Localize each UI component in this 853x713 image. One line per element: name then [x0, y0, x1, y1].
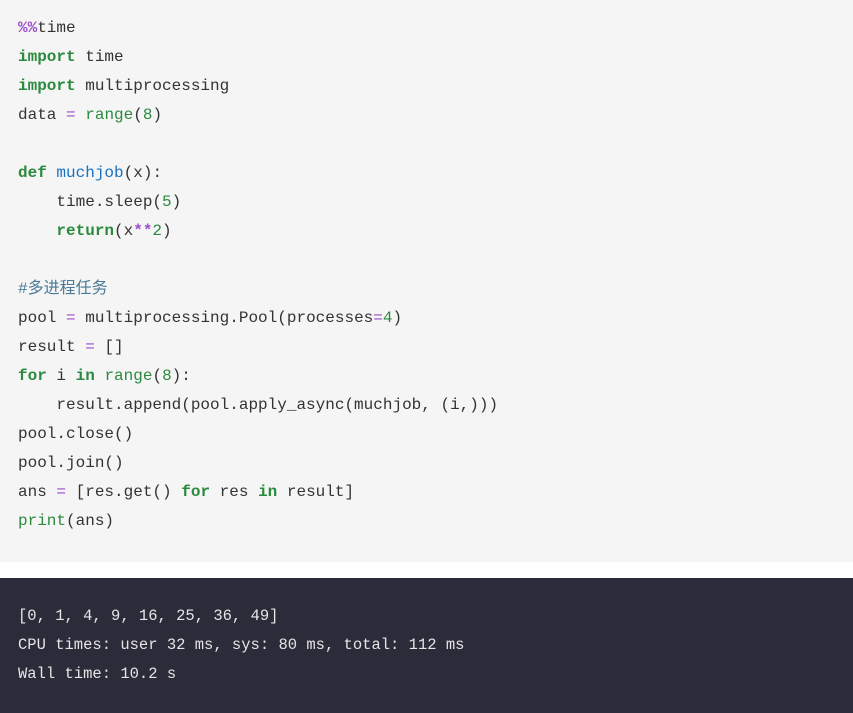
- code-token: data: [18, 106, 66, 124]
- code-token: pool.close(): [18, 425, 133, 443]
- code-token: 2: [152, 222, 162, 240]
- code-token: result.append(pool.apply_async(muchjob, …: [18, 396, 498, 414]
- code-token: ): [172, 193, 182, 211]
- code-token: return: [56, 222, 114, 240]
- code-token: [76, 106, 86, 124]
- code-token: =: [66, 309, 76, 327]
- code-line: pool.close(): [18, 420, 835, 449]
- code-line: [18, 130, 835, 159]
- output-line: [0, 1, 4, 9, 16, 25, 36, 49]: [18, 602, 835, 631]
- code-line: def muchjob(x):: [18, 159, 835, 188]
- code-token: [18, 222, 56, 240]
- code-line: import time: [18, 43, 835, 72]
- code-token: import: [18, 48, 76, 66]
- code-token: res: [210, 483, 258, 501]
- code-token: =: [66, 106, 76, 124]
- code-token: ): [393, 309, 403, 327]
- code-token: result: [18, 338, 85, 356]
- code-token: ): [162, 222, 172, 240]
- code-token: pool.join(): [18, 454, 124, 472]
- code-token: [47, 164, 57, 182]
- code-token: ):: [172, 367, 191, 385]
- code-token: 4: [383, 309, 393, 327]
- code-token: muchjob: [56, 164, 123, 182]
- code-token: in: [76, 367, 95, 385]
- code-line: [18, 246, 835, 275]
- output-cell: [0, 1, 4, 9, 16, 25, 36, 49]CPU times: u…: [0, 578, 853, 713]
- code-token: time: [37, 19, 75, 37]
- code-token: range: [104, 367, 152, 385]
- code-line: ans = [res.get() for res in result]: [18, 478, 835, 507]
- output-line: CPU times: user 32 ms, sys: 80 ms, total…: [18, 631, 835, 660]
- code-token: multiprocessing.Pool(processes: [76, 309, 374, 327]
- code-line: import multiprocessing: [18, 72, 835, 101]
- code-token: ): [152, 106, 162, 124]
- code-token: [res.get(): [66, 483, 181, 501]
- code-line: %%time: [18, 14, 835, 43]
- code-token: (x):: [124, 164, 162, 182]
- code-token: #多进程任务: [18, 280, 108, 298]
- code-token: multiprocessing: [76, 77, 230, 95]
- code-token: for: [181, 483, 210, 501]
- code-line: data = range(8): [18, 101, 835, 130]
- code-line: result = []: [18, 333, 835, 362]
- code-token: def: [18, 164, 47, 182]
- code-token: ans: [18, 483, 56, 501]
- code-token: =: [85, 338, 95, 356]
- output-line: Wall time: 10.2 s: [18, 660, 835, 689]
- code-token: [95, 367, 105, 385]
- code-line: for i in range(8):: [18, 362, 835, 391]
- code-token: (: [133, 106, 143, 124]
- code-token: %%: [18, 19, 37, 37]
- code-token: []: [95, 338, 124, 356]
- code-token: result]: [277, 483, 354, 501]
- code-token: =: [373, 309, 383, 327]
- code-token: range: [85, 106, 133, 124]
- code-line: print(ans): [18, 507, 835, 536]
- code-token: print: [18, 512, 66, 530]
- code-token: (x: [114, 222, 133, 240]
- code-token: =: [56, 483, 66, 501]
- code-token: (ans): [66, 512, 114, 530]
- code-line: return(x**2): [18, 217, 835, 246]
- code-token: 5: [162, 193, 172, 211]
- code-token: time.sleep(: [18, 193, 162, 211]
- code-line: time.sleep(5): [18, 188, 835, 217]
- code-token: for: [18, 367, 47, 385]
- code-token: (: [152, 367, 162, 385]
- code-line: #多进程任务: [18, 275, 835, 304]
- code-line: pool.join(): [18, 449, 835, 478]
- code-token: import: [18, 77, 76, 95]
- code-token: time: [76, 48, 124, 66]
- code-token: **: [133, 222, 152, 240]
- code-token: in: [258, 483, 277, 501]
- code-token: i: [47, 367, 76, 385]
- code-token: 8: [162, 367, 172, 385]
- code-line: pool = multiprocessing.Pool(processes=4): [18, 304, 835, 333]
- code-cell: %%timeimport timeimport multiprocessingd…: [0, 0, 853, 562]
- code-token: pool: [18, 309, 66, 327]
- code-line: result.append(pool.apply_async(muchjob, …: [18, 391, 835, 420]
